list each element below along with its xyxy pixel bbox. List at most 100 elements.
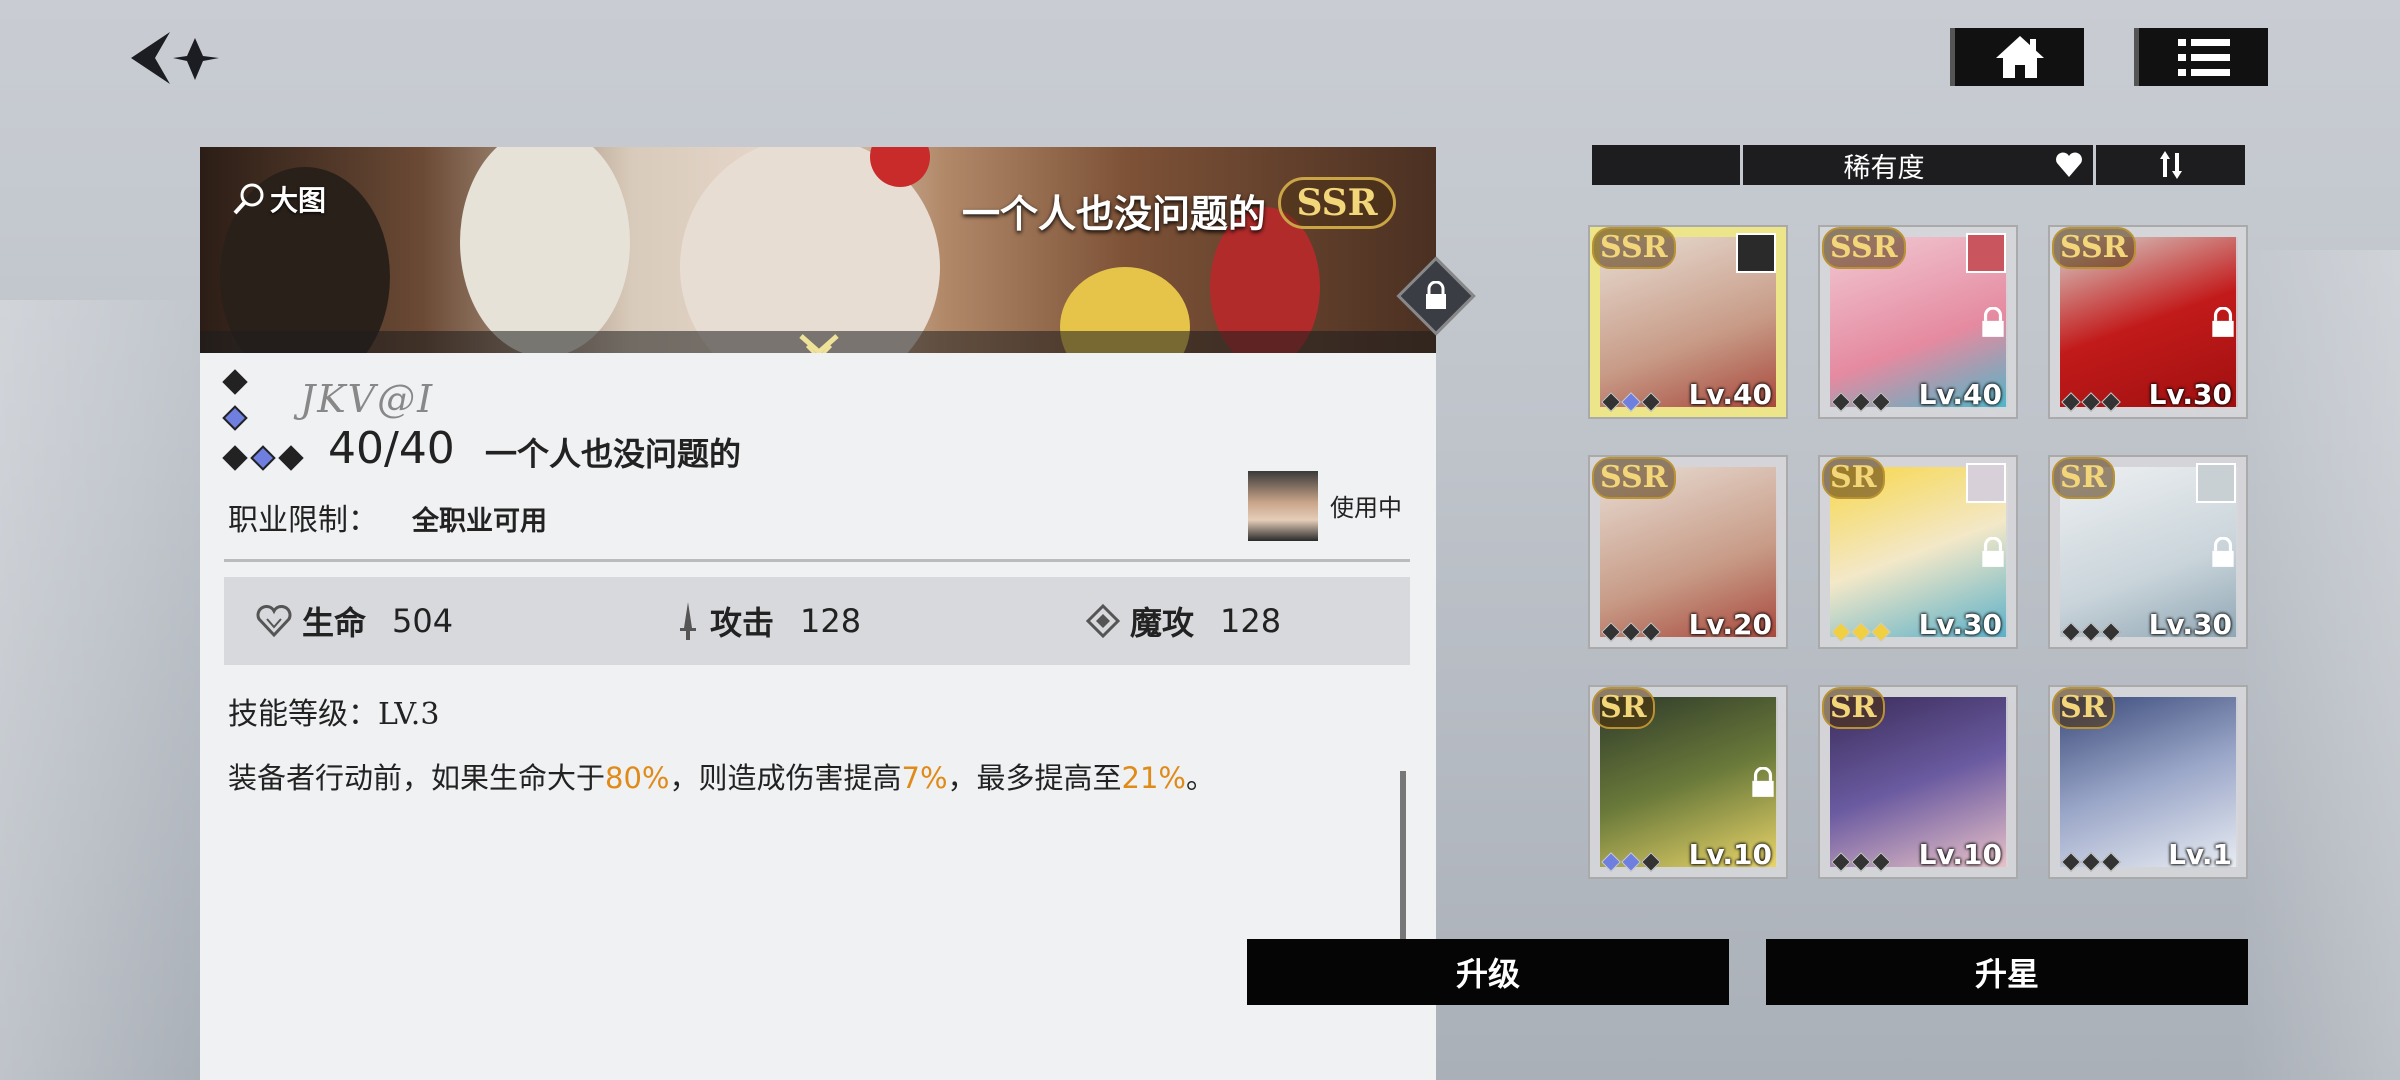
rarity-badge: SR xyxy=(2052,457,2115,499)
stat-hp: 生命 504 xyxy=(256,598,676,644)
equipment-card[interactable]: SR Lv.1 xyxy=(2048,685,2248,879)
sort-bar: 稀有度 xyxy=(1592,145,2248,185)
stat-attack: 攻击 128 xyxy=(676,598,1086,644)
desc-text: ，最多提高至 xyxy=(947,761,1122,795)
rarity-badge: SR xyxy=(1822,457,1885,499)
desc-text: 装备者行动前，如果生命大于 xyxy=(228,761,606,795)
banner-title: 一个人也没问题的 xyxy=(961,192,1266,236)
desc-text: 。 xyxy=(1186,761,1216,795)
sort-rarity-dropdown[interactable]: 稀有度 xyxy=(1743,145,2093,185)
equipment-card[interactable]: SR Lv.10 xyxy=(1588,685,1788,879)
rarity-badge: SR xyxy=(1822,687,1885,729)
back-arrow-icon xyxy=(131,32,219,84)
star-rank-indicator xyxy=(1601,622,1661,642)
lock-icon xyxy=(1982,537,2004,567)
avatar xyxy=(2196,463,2236,503)
card-level: Lv.1 xyxy=(2168,838,2232,871)
avatar xyxy=(1736,233,1776,273)
star-diamond xyxy=(222,405,248,431)
upgrade-button[interactable]: 升级 xyxy=(1247,939,1729,1005)
desc-highlight: 7% xyxy=(901,761,948,795)
sort-order-icon xyxy=(2159,151,2182,179)
magnifier-icon xyxy=(233,183,264,215)
star-rank-indicator xyxy=(2061,622,2121,642)
equipment-card[interactable]: SSR Lv.40 xyxy=(1818,225,2018,419)
stat-label: 魔攻 xyxy=(1130,604,1195,642)
stats-bar: 生命 504 攻击 128 魔攻 128 xyxy=(224,577,1410,665)
lock-icon xyxy=(2212,307,2234,337)
star-rank-indicator xyxy=(2061,852,2121,872)
card-level: Lv.10 xyxy=(1918,838,2002,871)
star-rank-indicator xyxy=(2061,392,2121,412)
sword-icon xyxy=(680,602,696,640)
stat-label: 生命 xyxy=(302,604,367,642)
star-diamond xyxy=(222,445,248,471)
lock-icon xyxy=(1982,307,2004,337)
lock-icon xyxy=(2212,537,2234,567)
big-image-button[interactable]: 大图 xyxy=(232,179,326,219)
star-rank-indicator xyxy=(1831,622,1891,642)
background-decoration xyxy=(2240,250,2400,1080)
chevron-down-icon[interactable] xyxy=(797,332,841,353)
job-restriction-label: 职业限制： xyxy=(228,503,378,538)
avatar xyxy=(1966,463,2006,503)
star-diamond xyxy=(278,445,304,471)
card-level: Lv.10 xyxy=(1688,838,1772,871)
list-menu-icon xyxy=(2177,39,2230,76)
dropdown-heart-icon xyxy=(2055,152,2082,177)
skill-description: 装备者行动前，如果生命大于80%，则造成伤害提高7%，最多提高至21%。 xyxy=(228,755,1378,797)
scrollbar[interactable] xyxy=(1400,771,1406,941)
card-level: Lv.30 xyxy=(2148,378,2232,411)
rarity-badge: SSR xyxy=(2052,227,2136,269)
skill-level: 技能等级：LV.3 xyxy=(228,697,440,732)
desc-text: ，则造成伤害提高 xyxy=(669,761,902,795)
divider xyxy=(224,559,1410,562)
star-up-button[interactable]: 升星 xyxy=(1766,939,2248,1005)
avatar xyxy=(1966,233,2006,273)
star-rank-indicator xyxy=(1831,852,1891,872)
card-level: Lv.20 xyxy=(1688,608,1772,641)
desc-highlight: 80% xyxy=(605,761,670,795)
desc-highlight: 21% xyxy=(1121,761,1186,795)
card-level: Lv.30 xyxy=(1918,608,2002,641)
stat-value: 504 xyxy=(392,602,454,640)
rarity-badge: SSR xyxy=(1592,457,1676,499)
card-level: Lv.40 xyxy=(1688,378,1772,411)
heart-icon xyxy=(256,605,292,637)
rarity-badge: SR xyxy=(1592,687,1655,729)
sort-order-button[interactable] xyxy=(2096,145,2245,185)
lock-icon xyxy=(1752,767,1774,797)
back-button[interactable] xyxy=(125,28,220,88)
stat-magic-attack: 魔攻 128 xyxy=(1086,598,1281,644)
job-restriction-value: 全职业可用 xyxy=(412,506,547,537)
equipment-card[interactable]: SR Lv.30 xyxy=(1818,455,2018,649)
in-use-label: 使用中 xyxy=(1330,494,1402,522)
equipment-card[interactable]: SR Lv.30 xyxy=(2048,455,2248,649)
home-button[interactable] xyxy=(1950,28,2084,86)
equipment-card[interactable]: SSR Lv.30 xyxy=(2048,225,2248,419)
avatar[interactable] xyxy=(1248,471,1318,541)
magic-icon xyxy=(1086,604,1120,638)
equipment-name: 一个人也没问题的 xyxy=(485,435,742,473)
equipment-card[interactable]: SR Lv.10 xyxy=(1818,685,2018,879)
lock-icon xyxy=(1426,281,1446,309)
background-decoration xyxy=(0,300,200,1080)
stat-value: 128 xyxy=(800,602,862,640)
card-level: Lv.30 xyxy=(2148,608,2232,641)
rarity-badge: SSR xyxy=(1822,227,1906,269)
rarity-badge: SR xyxy=(2052,687,2115,729)
star-rank-indicator xyxy=(1831,392,1891,412)
menu-button[interactable] xyxy=(2134,28,2268,86)
star-rank-indicator xyxy=(1601,852,1661,872)
stat-label: 攻击 xyxy=(710,604,775,642)
filter-button[interactable] xyxy=(1592,145,1740,185)
equipment-level: 40/40 xyxy=(328,423,455,474)
equipment-card[interactable]: SSR Lv.40 xyxy=(1588,225,1788,419)
equipment-card[interactable]: SSR Lv.20 xyxy=(1588,455,1788,649)
sort-label: 稀有度 xyxy=(1843,152,1925,184)
big-image-label: 大图 xyxy=(270,184,327,217)
star-diamond xyxy=(250,445,276,471)
rarity-badge: SSR xyxy=(1592,227,1676,269)
home-icon xyxy=(1995,36,2044,78)
equipment-banner: 大图 一个人也没问题的 SSR xyxy=(200,147,1436,353)
